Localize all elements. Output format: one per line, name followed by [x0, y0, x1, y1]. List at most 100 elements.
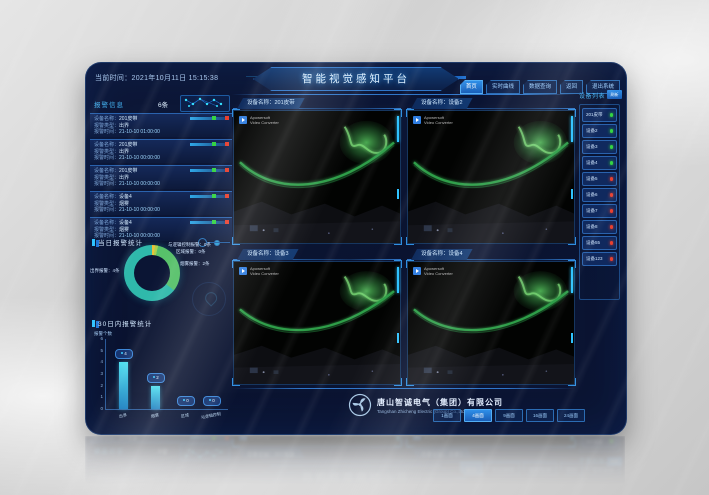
corner-bracket — [406, 237, 414, 245]
y-tick: 4 — [93, 359, 103, 364]
video-panel-2[interactable]: 设备名称：设备2 ApowersoftVideo Converter — [407, 98, 575, 244]
video-scrollbar[interactable] — [397, 189, 399, 199]
type-label: 报警类型： — [94, 149, 119, 155]
screen-layout-switcher: 1画面 4画面 9画面 16画面 24画面 — [433, 409, 585, 422]
type-value: 出界 — [119, 123, 129, 129]
time-value: 21-10-10 01:00:00 — [119, 129, 160, 135]
view-24-button[interactable]: 24画面 — [557, 409, 585, 422]
device-list: 201皮带 设备2 设备3 设备4 设备5 设备6 设备7 设备8 设备55 设… — [579, 104, 620, 300]
company-name-cn: 唐山智诚电气（集团）有限公司 — [377, 397, 503, 408]
device-item[interactable]: 设备8 — [582, 220, 617, 234]
nav-realtime-curve-button[interactable]: 实时曲线 — [486, 80, 520, 94]
device-name: 设备6 — [586, 189, 598, 200]
device-name: 设备55 — [586, 237, 600, 248]
video-frame: ApowersoftVideo Converter — [407, 110, 575, 244]
network-topology-icon — [180, 95, 230, 112]
device-item[interactable]: 设备6 — [582, 188, 617, 202]
corner-bracket — [568, 237, 576, 245]
alarm-card[interactable]: 设备名称：设备4 报警类型：烟雾 报警时间：21-10-10 00:00:00 — [90, 191, 232, 215]
device-name: 设备3 — [586, 141, 598, 152]
apowersoft-icon — [413, 267, 421, 275]
stage: 当前时间：2021年10月11日 15:15:38 智能视觉感知平台 首页 实时… — [0, 0, 709, 495]
alarm-timeline — [190, 143, 228, 146]
device-item[interactable]: 设备55 — [582, 236, 617, 250]
video-scrollbar[interactable] — [571, 116, 573, 142]
nav-home-button[interactable]: 首页 — [460, 80, 483, 94]
video-scrollbar[interactable] — [397, 116, 399, 142]
dashboard-panel: 当前时间：2021年10月11日 15:15:38 智能视觉感知平台 首页 实时… — [85, 62, 627, 435]
video-frame: ApowersoftVideo Converter — [233, 110, 401, 244]
status-dot — [610, 241, 614, 245]
alarm-timeline — [190, 169, 228, 172]
alarm-info-title: 报警信息 — [94, 99, 124, 109]
night-video-still — [408, 111, 574, 243]
video-title: 设备名称：设备4 — [411, 249, 473, 260]
time-value: 21-10-10 00:00:00 — [119, 181, 160, 187]
donut-hole — [134, 255, 170, 291]
right-sidebar: 设备列表 刷新 201皮带 设备2 设备3 设备4 设备5 设备6 设备7 设备… — [579, 90, 622, 430]
view-9-button[interactable]: 9画面 — [495, 409, 523, 422]
apowersoft-icon — [413, 116, 421, 124]
dashboard-panel: 当前时间：2021年10月11日 15:15:38 智能视觉感知平台 首页 实时… — [85, 436, 625, 494]
today-alarm-donut-chart — [124, 245, 180, 301]
video-scrollbar[interactable] — [571, 333, 573, 343]
device-item[interactable]: 设备2 — [582, 124, 617, 138]
time-label: 报警时间： — [94, 129, 119, 135]
bar-value-badge: 2 — [147, 373, 165, 383]
night-video-still — [408, 262, 574, 384]
video-scrollbar[interactable] — [571, 267, 573, 293]
donut-legend-logic: 与逻辑控制报警：0条 — [168, 242, 211, 248]
device-item[interactable]: 设备3 — [582, 140, 617, 154]
y-tick: 5 — [93, 348, 103, 353]
alarm-card[interactable]: 设备名称：201皮带 报警类型：出界 报警时间：21-10-10 01:00:0… — [90, 113, 232, 137]
video-scrollbar[interactable] — [571, 189, 573, 199]
device-name: 设备8 — [586, 221, 598, 232]
video-panel-1[interactable]: 设备名称：201皮带 ApowersoftVideo Converter — [233, 98, 401, 244]
device-value: 201皮带 — [119, 142, 137, 148]
video-scrollbar[interactable] — [397, 333, 399, 343]
bar-value-badge: 0 — [203, 396, 221, 406]
monthly-stats-title: 30日内报警统计 — [92, 318, 152, 328]
x-category-label: 出界 — [106, 410, 141, 423]
status-dot — [610, 209, 614, 213]
device-list-refresh-button[interactable]: 刷新 — [607, 90, 622, 99]
nav-data-query-button[interactable]: 数据查询 — [523, 80, 557, 94]
view-1-button[interactable]: 1画面 — [433, 409, 461, 422]
video-panel-4[interactable]: 设备名称：设备4 ApowersoftVideo Converter — [407, 249, 575, 385]
alarm-card[interactable]: 设备名称：201皮带 报警类型：出界 报警时间：21-10-10 00:00:0… — [90, 165, 232, 189]
night-video-still — [234, 262, 400, 384]
device-name: 设备123 — [586, 253, 603, 264]
view-16-button[interactable]: 16画面 — [526, 409, 554, 422]
device-name: 设备7 — [586, 205, 598, 216]
header-divider — [232, 94, 576, 95]
time-label: 报警时间： — [94, 155, 119, 161]
time-value: 21-10-10 00:00:00 — [119, 207, 160, 213]
apowersoft-icon — [239, 116, 247, 124]
device-name: 201皮带 — [586, 109, 603, 120]
today-stats-title: 当日报警统计 — [92, 237, 143, 247]
alarm-timeline — [190, 195, 228, 198]
device-label: 设备名称： — [94, 116, 119, 122]
corner-bracket — [232, 378, 240, 386]
view-4-button[interactable]: 4画面 — [464, 409, 492, 422]
status-dot — [610, 177, 614, 181]
status-dot — [610, 193, 614, 197]
device-name: 设备5 — [586, 173, 598, 184]
status-dot — [610, 145, 614, 149]
device-list-header: 设备列表 刷新 — [579, 90, 622, 100]
device-item[interactable]: 201皮带 — [582, 108, 617, 122]
alarm-timeline — [190, 221, 228, 224]
video-title: 设备名称：201皮带 — [237, 98, 305, 109]
device-item[interactable]: 设备7 — [582, 204, 617, 218]
device-item[interactable]: 设备5 — [582, 172, 617, 186]
type-value: 出界 — [119, 175, 129, 181]
apowersoft-icon — [239, 267, 247, 275]
device-item[interactable]: 设备4 — [582, 156, 617, 170]
dot-decoration — [214, 240, 220, 246]
alarm-card[interactable]: 设备名称：201皮带 报警类型：出界 报警时间：21-10-10 00:00:0… — [90, 139, 232, 163]
video-scrollbar[interactable] — [397, 267, 399, 293]
bar-smoke — [151, 386, 160, 409]
video-panel-3[interactable]: 设备名称：设备3 ApowersoftVideo Converter — [233, 249, 401, 385]
corner-bracket — [568, 378, 576, 386]
device-item[interactable]: 设备123 — [582, 252, 617, 266]
